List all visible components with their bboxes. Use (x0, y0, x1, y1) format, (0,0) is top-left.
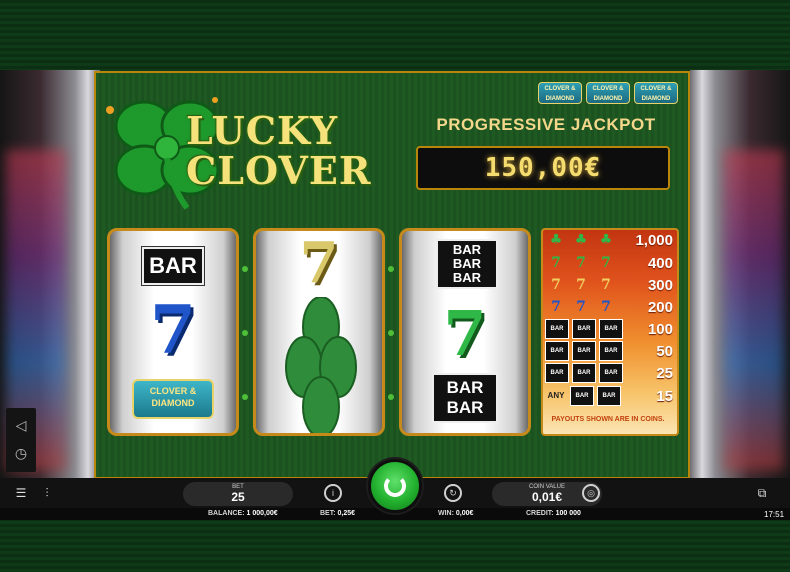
reel-symbol-seven: 7 (443, 297, 487, 370)
fullscreen-icon[interactable]: ⧉ (753, 484, 771, 502)
settings-sliders-icon[interactable]: ⫶ (38, 484, 56, 502)
reel-1: BAR 7 CLOVER & DIAMOND (107, 228, 239, 436)
reel-symbol-seven: 7 (299, 230, 339, 296)
bet-stat-value: 0,25€ (337, 510, 356, 517)
reel-separator-dot (388, 330, 394, 336)
bet-stat: BET: 0,25€ (320, 510, 355, 517)
payout-value: 1,000 (635, 231, 673, 249)
win-label: WIN: (438, 510, 454, 517)
top-background (0, 0, 790, 72)
payout-value: 300 (647, 276, 673, 294)
balance-value: 1 000,00€ (246, 510, 278, 517)
logo-title-clover: CLOVER (186, 148, 372, 193)
info-icon[interactable]: i (324, 484, 342, 502)
spin-arrow-icon (384, 475, 406, 497)
win-value: 0,00€ (455, 510, 474, 517)
credit-stat: CREDIT: 100 000 (526, 510, 581, 517)
payout-value: 15 (656, 387, 673, 405)
jackpot-badges: CLOVER & DIAMOND CLOVER & DIAMOND CLOVER… (538, 82, 678, 106)
jackpot-display: 150,00€ (416, 146, 670, 190)
bet-stat-label: BET: (320, 510, 336, 517)
clover-leaf-icon (285, 297, 357, 433)
reel-3: BAR BAR BAR 7 BAR BAR (399, 228, 531, 436)
balance-label: BALANCE: (208, 510, 245, 517)
paytable-row: 777 400 (551, 254, 673, 272)
paytable-row: BAR BAR BAR 50 (545, 341, 673, 361)
sound-toggle-icon[interactable]: ◁ (10, 414, 32, 436)
reel-symbol-clover-diamond: CLOVER & DIAMOND (132, 379, 214, 419)
bottom-background (0, 520, 790, 572)
any-label: ANY (547, 390, 565, 400)
payout-value: 200 (647, 298, 673, 316)
paytable-row: 777 300 (551, 276, 673, 294)
paytable-row: ♣ ♣ ♣ 1,000 (549, 231, 673, 249)
reel-separator-dot (242, 330, 248, 336)
payout-value: 400 (647, 254, 673, 272)
reel-separator-dot (388, 394, 394, 400)
paytable-row: BAR BAR BAR 25 (545, 363, 673, 383)
paytable-row: 777 200 (551, 298, 673, 316)
history-clock-icon[interactable]: ◷ (10, 442, 32, 464)
reel-symbol-double-bar: BAR BAR (432, 373, 498, 423)
jackpot-badge: CLOVER & DIAMOND (586, 82, 630, 104)
right-cabinet-side (690, 70, 790, 522)
reel-symbol-seven: 7 (150, 291, 196, 369)
reel-separator-dot (242, 266, 248, 272)
reel-separator-dot (242, 394, 248, 400)
jackpot-badge: CLOVER & DIAMOND (538, 82, 582, 104)
payout-value: 50 (656, 342, 673, 360)
reel-separator-dot (388, 266, 394, 272)
balance-stat: BALANCE: 1 000,00€ (208, 510, 278, 517)
autoplay-icon[interactable]: ↻ (444, 484, 462, 502)
reel-symbol-triple-bar: BAR BAR BAR (436, 239, 498, 289)
paytable-row: ANY BAR BAR 15 (545, 386, 673, 406)
payout-value: 25 (656, 364, 673, 382)
menu-icon[interactable]: ☰ (12, 484, 30, 502)
payout-value: 100 (647, 320, 673, 338)
credit-value: 100 000 (555, 510, 581, 517)
jackpot-title: PROGRESSIVE JACKPOT (436, 115, 656, 134)
paytable-row: BAR BAR BAR 100 (545, 319, 673, 339)
jackpot-badge: CLOVER & DIAMOND (634, 82, 678, 104)
coin-icon[interactable]: ◎ (582, 484, 600, 502)
credit-label: CREDIT: (526, 510, 554, 517)
paytable-note: PAYOUTS SHOWN ARE IN COINS. (551, 416, 665, 423)
clock: 17:51 (764, 510, 785, 519)
win-stat: WIN: 0,00€ (438, 510, 473, 517)
reel-symbol-bar: BAR (142, 247, 204, 285)
side-button-panel: ◁ ◷ (6, 408, 36, 472)
jackpot-value: 150,00€ (484, 153, 602, 183)
bet-value: 25 (231, 490, 245, 504)
bet-field[interactable]: BET 25 (183, 482, 293, 506)
spin-button[interactable] (368, 459, 422, 513)
logo-title-lucky: LUCKY (186, 108, 339, 153)
reel-2: 7 (253, 228, 385, 436)
